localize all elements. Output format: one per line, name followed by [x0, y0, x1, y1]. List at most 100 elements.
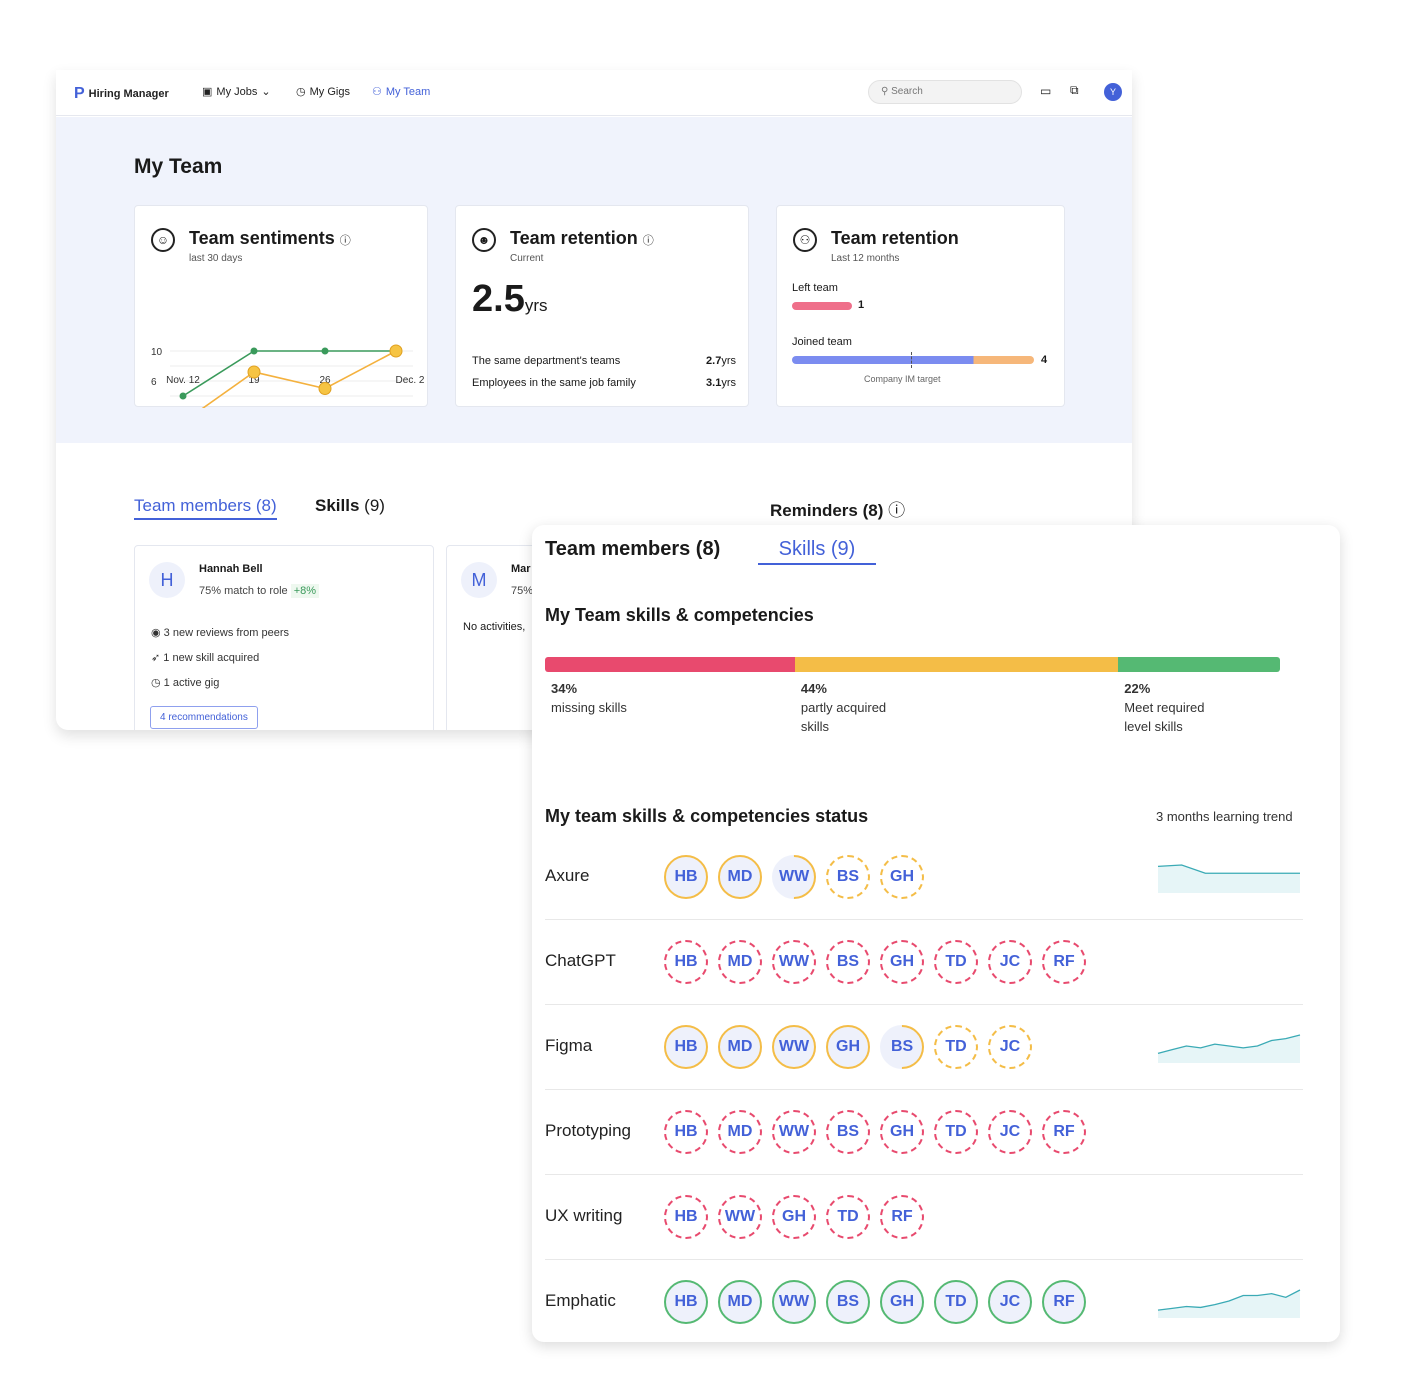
member-name: Hannah Bell — [199, 563, 263, 575]
tab-team-members[interactable]: Team members (8) — [545, 538, 720, 561]
member-skill-avatar[interactable]: WW — [762, 845, 826, 909]
divider — [545, 1004, 1303, 1005]
retention-value: 2.5yrs — [472, 278, 548, 320]
member-skill-avatar[interactable]: JC — [988, 1025, 1032, 1069]
emoji-point — [389, 344, 403, 358]
member-skill-avatar[interactable]: MD — [718, 855, 762, 899]
member-skill-avatar[interactable]: GH — [826, 1025, 870, 1069]
series-line — [182, 350, 396, 397]
member-skill-avatar[interactable]: WW — [772, 1280, 816, 1324]
data-point — [250, 347, 258, 355]
joined-team-bar — [792, 356, 1034, 364]
member-skill-avatar[interactable]: TD — [826, 1195, 870, 1239]
y-tick: 6 — [151, 377, 157, 388]
member-skill-avatar[interactable]: HB — [664, 1280, 708, 1324]
rocket-icon: ➶ — [151, 652, 161, 664]
member-skill-avatar[interactable]: BS — [826, 855, 870, 899]
recommendations-button[interactable]: 4 recommendations — [150, 706, 258, 729]
card-subtitle: Last 12 months — [831, 253, 900, 264]
member-skill-avatar[interactable]: MD — [718, 1025, 762, 1069]
member-skill-avatar[interactable]: GH — [880, 1110, 924, 1154]
segment-bar — [1118, 657, 1280, 672]
info-icon[interactable]: ⓘ — [643, 235, 654, 247]
info-icon[interactable]: ⓘ — [888, 501, 905, 520]
member-skill-avatar[interactable]: JC — [988, 940, 1032, 984]
divider — [545, 1174, 1303, 1175]
data-point — [179, 392, 187, 400]
member-skill-avatar[interactable]: TD — [934, 1025, 978, 1069]
trend-sparkline — [1157, 1289, 1301, 1318]
member-skill-avatar[interactable]: WW — [772, 1025, 816, 1069]
trend-sparkline — [1157, 1034, 1301, 1063]
retention-compare: The same department's teams 2.7yrs Employ… — [472, 350, 736, 394]
member-skill-avatar[interactable]: MD — [718, 1110, 762, 1154]
trend-sparkline — [1157, 864, 1300, 893]
member-skill-avatar[interactable]: HB — [664, 1195, 708, 1239]
member-skill-avatar[interactable]: MD — [718, 1280, 762, 1324]
member-skill-avatar[interactable]: BS — [870, 1015, 934, 1079]
sentiment-chart: 1062Nov. 121926Dec. 2 — [151, 344, 425, 408]
skill-name: Axure — [545, 866, 590, 885]
left-team-bar — [792, 302, 852, 310]
tab-skills[interactable]: Skills (9) — [758, 538, 876, 565]
member-skill-avatar[interactable]: BS — [826, 1110, 870, 1154]
member-skill-avatar[interactable]: GH — [880, 1280, 924, 1324]
member-skill-avatar[interactable]: JC — [988, 1280, 1032, 1324]
segment-bar — [794, 657, 1119, 672]
member-skill-avatar[interactable]: HB — [664, 940, 708, 984]
card-subtitle: Current — [510, 253, 544, 264]
activity-list: ◉ 3 new reviews from peers ➶ 1 new skill… — [151, 627, 289, 689]
member-skill-avatar[interactable]: BS — [826, 940, 870, 984]
series-line — [201, 350, 397, 408]
top-nav: P Hiring Manager ▣ My Jobs ⌄ ◷ My Gigs ⚇ My T… — [56, 70, 1132, 116]
emoji-point — [247, 365, 261, 379]
member-skill-avatar[interactable]: GH — [772, 1195, 816, 1239]
sentiments-card: ☺ Team sentiments ⓘ last 30 days 1062Nov… — [134, 205, 428, 408]
member-skill-avatar[interactable]: HB — [664, 855, 708, 899]
member-skill-avatar[interactable]: TD — [934, 1280, 978, 1324]
user-refresh-icon: ☻ — [472, 228, 496, 252]
delta-badge: +8% — [290, 584, 320, 598]
member-card[interactable]: H Hannah Bell 75% match to role +8% ◉ 3 … — [134, 545, 434, 730]
member-skill-avatar[interactable]: WW — [772, 940, 816, 984]
member-skill-avatar[interactable]: TD — [934, 940, 978, 984]
member-skill-avatar[interactable]: WW — [718, 1195, 762, 1239]
member-skill-avatar[interactable]: HB — [664, 1025, 708, 1069]
divider — [545, 919, 1303, 920]
segment-label: 44% partly acquired skills — [800, 681, 887, 734]
brand[interactable]: P Hiring Manager — [74, 85, 169, 103]
calendar-icon[interactable]: ▭ — [1040, 84, 1051, 98]
card-title: Team retention — [510, 228, 638, 248]
nav-my-team[interactable]: ⚇ My Team — [372, 85, 430, 99]
member-skill-avatar[interactable]: RF — [1042, 1110, 1086, 1154]
search-input[interactable]: ⚲ Search — [868, 80, 1022, 104]
member-skill-avatar[interactable]: HB — [664, 1110, 708, 1154]
member-skill-avatar[interactable]: WW — [772, 1110, 816, 1154]
nav-my-jobs[interactable]: ▣ My Jobs ⌄ — [202, 85, 271, 99]
y-tick: 2 — [151, 407, 157, 408]
member-skill-avatar[interactable]: GH — [880, 940, 924, 984]
chat-icon[interactable]: ⧉ — [1070, 83, 1079, 98]
member-skill-avatar[interactable]: RF — [1042, 1280, 1086, 1324]
card-title: Team retention — [831, 228, 959, 248]
nav-my-gigs[interactable]: ◷ My Gigs — [296, 85, 350, 99]
eye-icon: ◉ — [151, 627, 161, 639]
page-title: My Team — [134, 155, 223, 178]
skill-name: Emphatic — [545, 1291, 616, 1310]
member-skill-avatar[interactable]: RF — [880, 1195, 924, 1239]
tab-team-members[interactable]: Team members (8) — [134, 496, 277, 520]
member-skill-avatar[interactable]: GH — [880, 855, 924, 899]
segment-label: 34% missing skills — [551, 681, 627, 715]
member-skill-avatar[interactable]: BS — [826, 1280, 870, 1324]
logo-icon: P — [74, 85, 85, 102]
member-skill-avatar[interactable]: JC — [988, 1110, 1032, 1154]
member-skill-avatar[interactable]: MD — [718, 940, 762, 984]
tab-skills[interactable]: Skills (9) — [315, 496, 385, 516]
member-skill-avatar[interactable]: TD — [934, 1110, 978, 1154]
chevron-down-icon: ⌄ — [261, 86, 271, 98]
search-icon: ⚲ — [881, 86, 889, 97]
member-skill-avatar[interactable]: RF — [1042, 940, 1086, 984]
target-marker — [911, 352, 912, 368]
skill-name: Prototyping — [545, 1121, 631, 1140]
avatar[interactable]: Y — [1104, 83, 1122, 101]
